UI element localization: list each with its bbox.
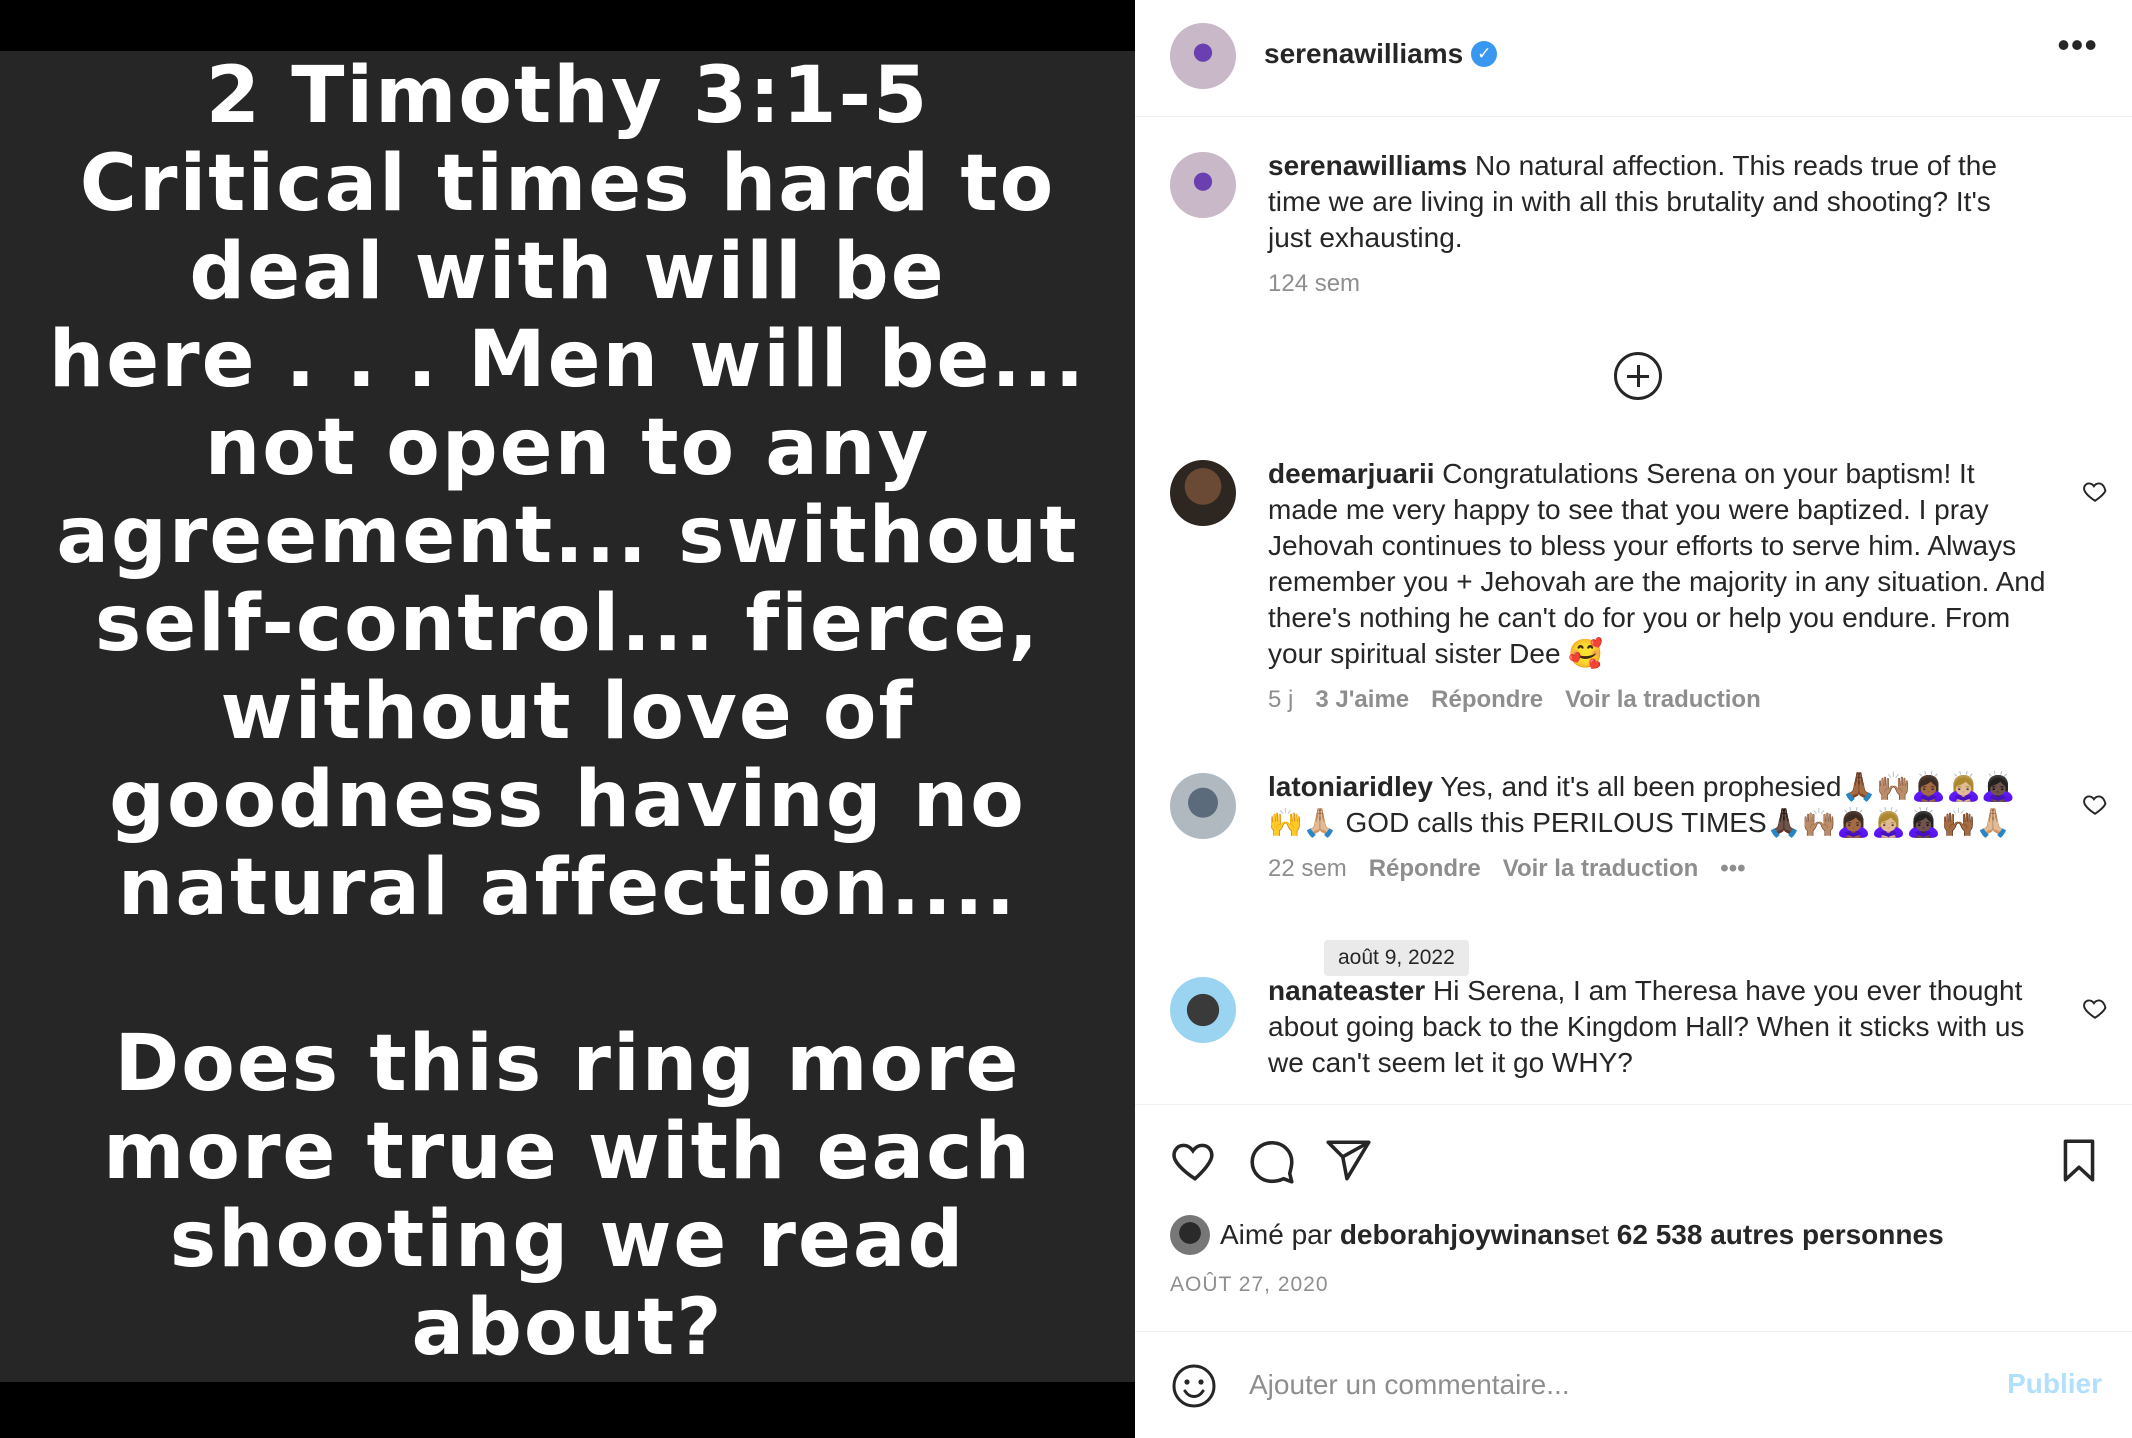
verified-badge-icon: ✓ xyxy=(1471,40,1498,67)
comment-time[interactable]: 22 sem xyxy=(1268,855,1347,882)
post-panel: serenawilliams ✓ ••• serenawilliams No na… xyxy=(1135,0,2132,1438)
comment-time[interactable]: 5 j xyxy=(1268,686,1293,713)
more-options-icon[interactable]: ••• xyxy=(2057,24,2098,66)
media-text: 2 Timothy 3:1-5 Critical times hard to d… xyxy=(48,50,1087,1373)
liked-by-summary: Aimé par deborahjoywinans et 62 538 autr… xyxy=(1170,1215,1944,1255)
comment-username[interactable]: latoniaridley xyxy=(1268,771,1433,802)
author-username[interactable]: serenawilliams xyxy=(1264,38,1463,69)
load-more-comments-icon[interactable] xyxy=(1614,352,1662,400)
post-date[interactable]: AOÛT 27, 2020 xyxy=(1170,1273,1329,1297)
share-send-icon[interactable] xyxy=(1324,1136,1374,1186)
comment-like-icon[interactable] xyxy=(2082,995,2108,1021)
comment-username[interactable]: deemarjuarii xyxy=(1268,458,1435,489)
author-avatar[interactable] xyxy=(1170,23,1236,89)
comment-bubble-icon[interactable] xyxy=(1247,1136,1297,1186)
date-tooltip: août 9, 2022 xyxy=(1324,940,1469,976)
post-header: serenawilliams ✓ ••• xyxy=(1135,0,2132,117)
save-bookmark-icon[interactable] xyxy=(2054,1136,2104,1186)
comment-text: Congratulations Serena on your baptism! … xyxy=(1268,458,2046,669)
media-image: 2 Timothy 3:1-5 Critical times hard to d… xyxy=(0,51,1135,1382)
translate-button[interactable]: Voir la traduction xyxy=(1503,855,1699,882)
comment-likes[interactable]: 3 J'aime xyxy=(1315,686,1409,713)
caption-avatar[interactable] xyxy=(1170,152,1236,218)
like-heart-icon[interactable] xyxy=(1170,1136,1220,1186)
liker-avatar[interactable] xyxy=(1170,1215,1210,1255)
reply-button[interactable]: Répondre xyxy=(1431,686,1543,713)
translate-button[interactable]: Voir la traduction xyxy=(1565,686,1761,713)
reply-button[interactable]: Répondre xyxy=(1369,855,1481,882)
likes-count[interactable]: 62 538 autres personnes xyxy=(1617,1219,1944,1251)
comment-input[interactable] xyxy=(1249,1360,1949,1410)
commenter-avatar[interactable] xyxy=(1170,977,1236,1043)
post-actions: Aimé par deborahjoywinans et 62 538 autr… xyxy=(1135,1104,2132,1331)
liker-username[interactable]: deborahjoywinans xyxy=(1340,1219,1586,1251)
comment-username[interactable]: nanateaster xyxy=(1268,975,1425,1006)
comment-like-icon[interactable] xyxy=(2082,478,2108,504)
add-comment-bar: Publier xyxy=(1135,1331,2132,1438)
comment-more-icon[interactable]: ••• xyxy=(1720,855,1745,882)
commenter-avatar[interactable] xyxy=(1170,460,1236,526)
comment-like-icon[interactable] xyxy=(2082,791,2108,817)
caption-username[interactable]: serenawilliams xyxy=(1268,150,1467,181)
post-media[interactable]: 2 Timothy 3:1-5 Critical times hard to d… xyxy=(0,0,1135,1438)
emoji-picker-icon[interactable] xyxy=(1170,1362,1218,1410)
publish-button[interactable]: Publier xyxy=(2007,1368,2102,1400)
commenter-avatar[interactable] xyxy=(1170,773,1236,839)
caption-time[interactable]: 124 sem xyxy=(1268,270,1360,297)
